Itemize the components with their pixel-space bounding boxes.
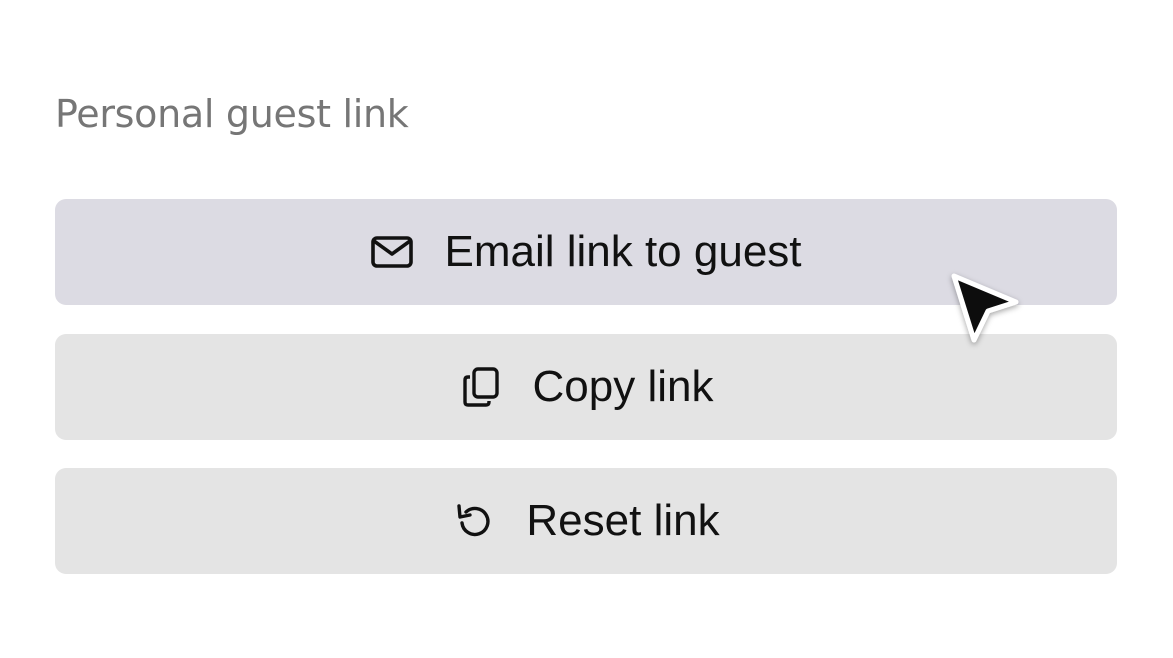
reset-link-button-label: Reset link <box>526 496 720 545</box>
section-title: Personal guest link <box>55 92 409 136</box>
reset-link-button[interactable]: Reset link <box>55 468 1117 574</box>
copy-link-button-label: Copy link <box>532 362 714 411</box>
reset-link-button-content: Reset link <box>452 495 720 547</box>
copy-icon <box>459 365 503 409</box>
envelope-icon <box>370 230 414 274</box>
reset-icon <box>452 499 496 543</box>
email-link-button-content: Email link to guest <box>370 226 802 278</box>
email-link-button[interactable]: Email link to guest <box>55 199 1117 305</box>
copy-link-button[interactable]: Copy link <box>55 334 1117 440</box>
email-link-button-label: Email link to guest <box>444 227 802 276</box>
copy-link-button-content: Copy link <box>459 361 714 413</box>
